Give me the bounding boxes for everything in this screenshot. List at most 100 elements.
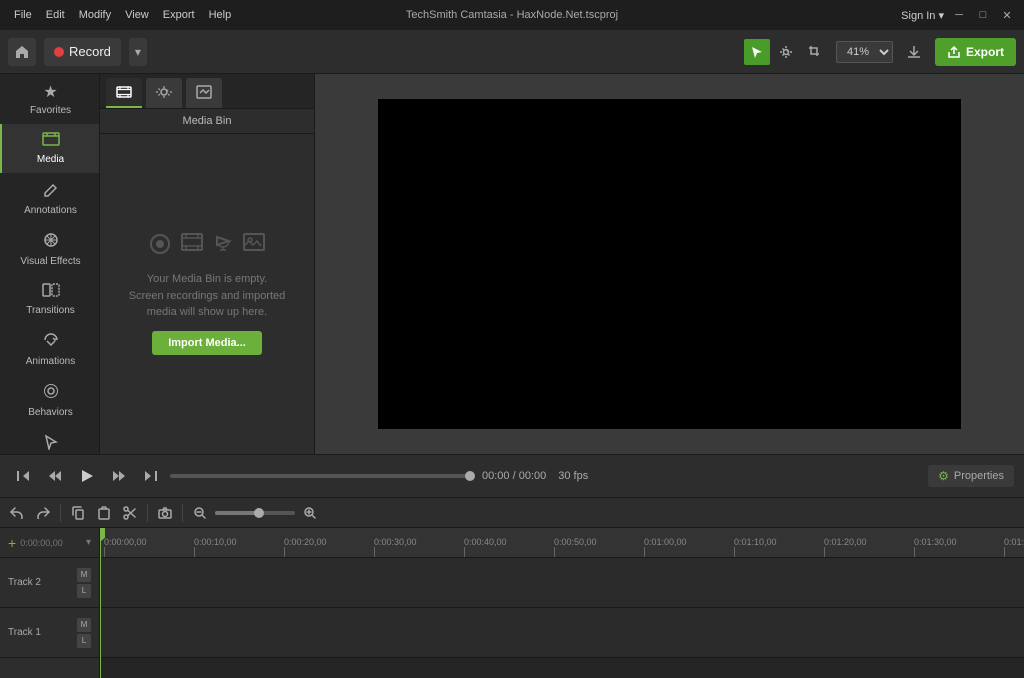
- track-header: + 0:00:00,00 ▾: [0, 528, 99, 558]
- home-button[interactable]: [8, 38, 36, 66]
- sidebar-label-behaviors: Behaviors: [28, 407, 72, 418]
- panel-tab-film[interactable]: [106, 78, 142, 108]
- select-tool-button[interactable]: [744, 39, 770, 65]
- sidebar-item-annotations[interactable]: Annotations: [0, 173, 99, 224]
- sidebar-item-visual-effects[interactable]: Visual Effects: [0, 224, 99, 275]
- export-label: Export: [966, 45, 1004, 59]
- track2-mute[interactable]: M: [77, 568, 91, 582]
- tool-group: [744, 39, 828, 65]
- media-icon: [42, 132, 60, 151]
- menu-file[interactable]: File: [8, 7, 38, 23]
- sidebar-item-transitions[interactable]: Transitions: [0, 275, 99, 324]
- close-button[interactable]: ✕: [998, 6, 1016, 24]
- panel-tabs: [100, 74, 314, 109]
- download-button[interactable]: [901, 39, 927, 65]
- preview-area: [315, 74, 1024, 454]
- import-media-button[interactable]: Import Media...: [152, 331, 262, 355]
- minimize-button[interactable]: ─: [950, 6, 968, 24]
- fwd-frame-button[interactable]: [106, 463, 132, 489]
- paste-button[interactable]: [93, 502, 115, 524]
- fps-display: 30 fps: [558, 470, 588, 482]
- empty-icons: [149, 233, 265, 261]
- record-label: Record: [69, 44, 111, 59]
- maximize-button[interactable]: □: [974, 6, 992, 24]
- main-content: ★ Favorites Media Annotations Visual Eff…: [0, 74, 1024, 454]
- track2-lock[interactable]: L: [77, 584, 91, 598]
- audio-empty-icon: [213, 233, 233, 261]
- menu-modify[interactable]: Modify: [73, 7, 117, 23]
- track-labels: + 0:00:00,00 ▾ Track 2 M L Track 1 M L: [0, 528, 100, 678]
- record-button[interactable]: Record: [44, 38, 121, 66]
- sidebar-item-behaviors[interactable]: Behaviors: [0, 375, 99, 426]
- player-controls: 00:00 / 00:00 30 fps ⚙ Properties: [0, 454, 1024, 498]
- move-tool-button[interactable]: [773, 39, 799, 65]
- crop-tool-button[interactable]: [802, 39, 828, 65]
- record-empty-icon: [149, 233, 171, 261]
- step-fwd-button[interactable]: [138, 463, 164, 489]
- titlebar: File Edit Modify View Export Help TechSm…: [0, 0, 1024, 30]
- track-label-track1: Track 1 M L: [0, 608, 99, 658]
- undo-button[interactable]: [6, 502, 28, 524]
- redo-button[interactable]: [32, 502, 54, 524]
- zoom-out-button[interactable]: [189, 502, 211, 524]
- properties-button[interactable]: ⚙ Properties: [928, 465, 1014, 487]
- menu-bar: File Edit Modify View Export Help: [8, 7, 237, 23]
- copy-button[interactable]: [67, 502, 89, 524]
- main-toolbar: Record ▾ 41% Export: [0, 30, 1024, 74]
- titlebar-right: Sign In ▾ ─ □ ✕: [901, 6, 1016, 24]
- track-label-track2: Track 2 M L: [0, 558, 99, 608]
- timeline-tracks[interactable]: 0:00:00,000:00:10,000:00:20,000:00:30,00…: [100, 528, 1024, 678]
- add-track-icon[interactable]: +: [8, 535, 16, 551]
- annotations-icon: [43, 181, 59, 202]
- properties-label: Properties: [954, 470, 1004, 482]
- zoom-select[interactable]: 41%: [836, 41, 893, 63]
- menu-edit[interactable]: Edit: [40, 7, 71, 23]
- track-row-track1[interactable]: [100, 608, 1024, 658]
- zoom-slider-thumb: [254, 508, 264, 518]
- track-row-track2[interactable]: [100, 558, 1024, 608]
- sep3: [182, 504, 183, 522]
- image-empty-icon: [243, 233, 265, 261]
- back-frame-button[interactable]: [42, 463, 68, 489]
- gear-icon: ⚙: [938, 469, 949, 483]
- behaviors-icon: [43, 383, 59, 404]
- menu-view[interactable]: View: [119, 7, 155, 23]
- time-display: 00:00 / 00:00: [482, 470, 546, 482]
- zoom-slider[interactable]: [215, 511, 295, 515]
- media-panel-body: Your Media Bin is empty.Screen recording…: [100, 134, 314, 454]
- sidebar: ★ Favorites Media Annotations Visual Eff…: [0, 74, 100, 454]
- track1-controls: M L: [77, 618, 91, 648]
- progress-bar[interactable]: [170, 474, 470, 478]
- record-dropdown[interactable]: ▾: [129, 38, 147, 66]
- sidebar-label-animations: Animations: [26, 356, 75, 367]
- signin-button[interactable]: Sign In ▾: [901, 9, 944, 22]
- favorites-icon: ★: [43, 82, 57, 102]
- panel-tab-chart[interactable]: [186, 78, 222, 108]
- menu-help[interactable]: Help: [203, 7, 238, 23]
- menu-export[interactable]: Export: [157, 7, 201, 23]
- sidebar-label-annotations: Annotations: [24, 205, 77, 216]
- sidebar-item-cursor-effects[interactable]: Cursor Effects: [0, 426, 99, 454]
- sep2: [147, 504, 148, 522]
- play-button[interactable]: [74, 463, 100, 489]
- sidebar-item-media[interactable]: Media: [0, 124, 99, 173]
- export-button[interactable]: Export: [935, 38, 1016, 66]
- track1-lock[interactable]: L: [77, 634, 91, 648]
- timeline-toolbar: [0, 498, 1024, 528]
- record-dot: [54, 47, 64, 57]
- sidebar-label-transitions: Transitions: [26, 305, 75, 316]
- sidebar-label-visual-effects: Visual Effects: [20, 256, 80, 267]
- sidebar-item-favorites[interactable]: ★ Favorites: [0, 74, 99, 124]
- track2-controls: M L: [77, 568, 91, 598]
- track1-mute[interactable]: M: [77, 618, 91, 632]
- panel-tab-media2[interactable]: [146, 78, 182, 108]
- step-back-button[interactable]: [10, 463, 36, 489]
- zoom-in-button[interactable]: [299, 502, 321, 524]
- timeline: + 0:00:00,00 ▾ Track 2 M L Track 1 M L: [0, 498, 1024, 678]
- transitions-icon: [42, 283, 60, 302]
- sidebar-item-animations[interactable]: Animations: [0, 324, 99, 375]
- timeline-content: + 0:00:00,00 ▾ Track 2 M L Track 1 M L: [0, 528, 1024, 678]
- camera-button[interactable]: [154, 502, 176, 524]
- collapse-icon[interactable]: ▾: [86, 537, 91, 548]
- cut-button[interactable]: [119, 502, 141, 524]
